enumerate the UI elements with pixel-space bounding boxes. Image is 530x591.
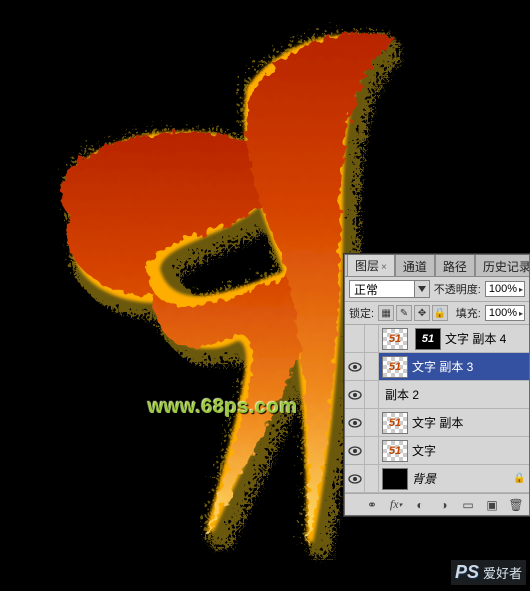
watermark-brand: PS 爱好者 [451, 560, 526, 585]
layer-name[interactable]: 文字 副本 [412, 414, 529, 431]
eye-icon [348, 390, 362, 400]
link-cell[interactable] [365, 381, 379, 408]
layer-thumbnail[interactable]: 51 [382, 440, 408, 462]
lock-label: 锁定: [349, 305, 374, 321]
lock-position-icon[interactable]: ✥ [414, 305, 430, 321]
lock-fill-row: 锁定: ▦ ✎ ✥ 🔒 填充: 100%▸ [345, 302, 529, 325]
link-cell[interactable] [365, 353, 379, 380]
eye-icon [348, 446, 362, 456]
fx-icon[interactable]: fx▾ [387, 497, 405, 513]
blend-opacity-row: 正常 不透明度: 100%▸ [345, 277, 529, 302]
link-cell[interactable] [365, 409, 379, 436]
layers-list: 51 51 文字 副本 4 51 文字 副本 3 副本 2 51 文字 [345, 325, 529, 493]
layer-row[interactable]: 51 文字 副本 [345, 409, 529, 437]
visibility-toggle[interactable] [345, 409, 365, 436]
visibility-toggle[interactable] [345, 465, 365, 492]
layer-name[interactable]: 副本 2 [379, 386, 529, 403]
layer-row[interactable]: 51 文字 副本 3 [345, 353, 529, 381]
brand-text: 爱好者 [483, 563, 522, 582]
link-cell[interactable] [365, 325, 379, 352]
lock-pixels-icon[interactable]: ✎ [396, 305, 412, 321]
layer-name[interactable]: 文字 副本 3 [412, 358, 529, 375]
lock-icons-group: ▦ ✎ ✥ 🔒 [378, 305, 448, 321]
lock-all-icon[interactable]: 🔒 [432, 305, 448, 321]
layer-thumbnail[interactable] [382, 468, 408, 490]
opacity-value: 100% [489, 283, 517, 295]
link-layers-icon[interactable]: ⚭ [363, 497, 381, 513]
eye-icon [348, 474, 362, 484]
visibility-toggle[interactable] [345, 381, 365, 408]
tab-close-icon[interactable]: × [381, 262, 387, 273]
layer-name[interactable]: 背景 [412, 470, 513, 487]
lock-icon: 🔒 [513, 473, 525, 484]
layer-name[interactable]: 文字 [412, 442, 529, 459]
layers-panel: 图层× 通道 路径 历史记录 动 正常 不透明度: 100%▸ 锁定: ▦ ✎ … [344, 254, 530, 516]
layer-mask-thumbnail[interactable]: 51 [415, 328, 441, 350]
layer-row[interactable]: 51 文字 [345, 437, 529, 465]
layer-row[interactable]: 副本 2 [345, 381, 529, 409]
blend-mode-value: 正常 [354, 281, 378, 298]
tab-layers-label: 图层 [355, 259, 379, 273]
visibility-toggle[interactable] [345, 325, 365, 352]
brand-ps-text: PS [455, 562, 479, 583]
layer-thumbnail[interactable]: 51 [382, 412, 408, 434]
chevron-right-icon: ▸ [519, 309, 523, 318]
trash-icon[interactable]: 🗑 [507, 497, 525, 513]
link-cell[interactable] [365, 465, 379, 492]
chevron-right-icon: ▸ [519, 285, 523, 294]
layer-row[interactable]: 51 51 文字 副本 4 [345, 325, 529, 353]
fill-value: 100% [489, 307, 517, 319]
layer-row-background[interactable]: 背景 🔒 [345, 465, 529, 493]
fill-label: 填充: [456, 305, 481, 321]
tab-history[interactable]: 历史记录 [475, 255, 529, 277]
opacity-label: 不透明度: [434, 281, 481, 297]
blend-mode-select[interactable]: 正常 [349, 280, 430, 298]
tab-paths[interactable]: 路径 [435, 255, 475, 277]
tab-channels[interactable]: 通道 [395, 255, 435, 277]
layer-thumbnail[interactable]: 51 [382, 328, 408, 350]
fill-field[interactable]: 100%▸ [485, 305, 525, 321]
visibility-toggle[interactable] [345, 353, 365, 380]
tab-layers[interactable]: 图层× [347, 255, 395, 277]
opacity-field[interactable]: 100%▸ [485, 281, 525, 297]
lock-transparency-icon[interactable]: ▦ [378, 305, 394, 321]
visibility-toggle[interactable] [345, 437, 365, 464]
eye-icon [348, 418, 362, 428]
new-layer-icon[interactable]: ▣ [483, 497, 501, 513]
mask-icon[interactable]: ◐ [411, 497, 429, 513]
panel-footer: ⚭ fx▾ ◐ ◑ ▭ ▣ 🗑 [345, 493, 529, 515]
group-icon[interactable]: ▭ [459, 497, 477, 513]
layer-name[interactable]: 文字 副本 4 [445, 330, 529, 347]
chevron-down-icon [414, 281, 429, 297]
link-cell[interactable] [365, 437, 379, 464]
watermark-url: www.68ps.com [148, 396, 298, 419]
adjustment-icon[interactable]: ◑ [435, 497, 453, 513]
eye-icon [348, 362, 362, 372]
panel-tabs: 图层× 通道 路径 历史记录 动 [345, 255, 529, 277]
layer-thumbnail[interactable]: 51 [382, 356, 408, 378]
